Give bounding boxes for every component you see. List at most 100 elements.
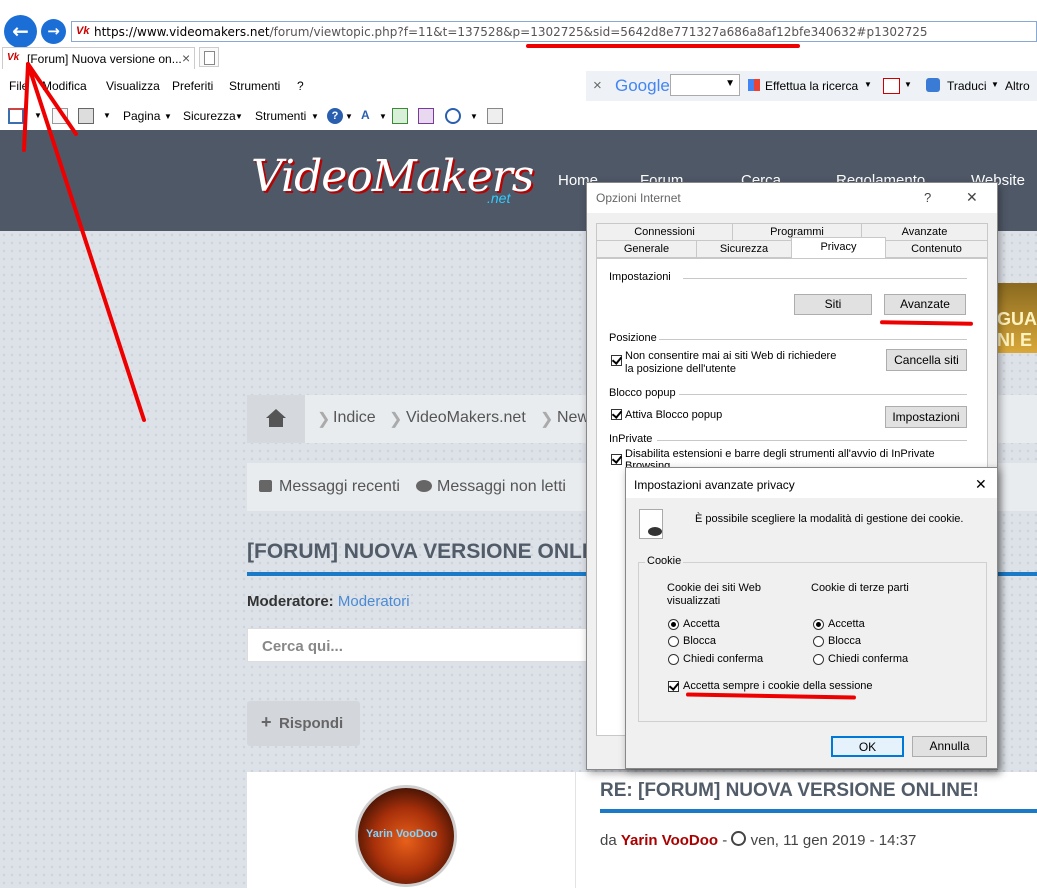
new-tab-button[interactable] [199,47,219,67]
translate-button[interactable]: Traduci [947,79,987,93]
third-party-accetta-label: Accetta [828,618,865,630]
close-icon[interactable]: ✕ [966,189,978,206]
chevron-down-icon[interactable]: ▼ [379,112,387,121]
inprivate-label-1: Disabilita estensioni e barre degli stru… [625,448,935,460]
menu-visualizza[interactable]: Visualizza [106,79,160,93]
site-favicon-icon: Vk [76,25,90,37]
help-button[interactable]: ? [924,190,931,205]
popup-settings-button[interactable]: Impostazioni [885,406,967,428]
onenote-icon[interactable] [418,108,434,124]
divider [679,394,967,395]
cmd-sicurezza[interactable]: Sicurezza [183,109,236,123]
google-close-icon[interactable]: × [593,77,602,94]
cmd-pagina[interactable]: Pagina [123,109,160,123]
site-banner[interactable]: GUA NI E [994,283,1037,353]
breadcrumb-item-new[interactable]: New [557,409,589,427]
menu-file[interactable]: File [9,79,28,93]
first-party-header-1: Cookie dei siti Web [667,582,761,594]
divider [683,278,967,279]
address-bar[interactable]: Vk https://www.videomakers.net/forum/vie… [71,21,1037,42]
search-button[interactable]: Effettua la ricerca [765,79,858,93]
forward-button[interactable]: → [41,19,66,44]
chevron-down-icon[interactable]: ▼ [103,111,111,120]
moderator-row: Moderatore: Moderatori [247,593,410,610]
third-party-chiedi-radio[interactable] [813,654,824,665]
chevron-down-icon[interactable]: ▼ [235,112,243,121]
first-party-header-2: visualizzati [667,595,721,607]
research-icon[interactable]: A [361,108,377,124]
reply-button[interactable]: + Rispondi [247,701,360,746]
help-icon[interactable]: ? [327,108,343,124]
google-logo: Google [615,76,670,95]
unread-messages-link[interactable]: Messaggi non letti [437,478,566,496]
dialog-title: Impostazioni avanzate privacy [634,478,795,492]
feeds-icon[interactable] [52,108,68,124]
menu-bar: File Modifica Visualizza Preferiti Strum… [0,69,1037,102]
tab-sicurezza[interactable]: Sicurezza [696,240,792,258]
menu-modifica[interactable]: Modifica [42,79,87,93]
recent-messages-link[interactable]: Messaggi recenti [279,478,400,496]
avatar[interactable]: Yarin VooDoo [355,785,457,887]
location-label-2: la posizione dell'utente [625,363,736,375]
moderator-link[interactable]: Moderatori [338,593,410,610]
chevron-down-icon[interactable]: ▼ [904,80,912,89]
third-party-blocca-label: Blocca [828,635,862,647]
post-title-underline [600,809,1037,813]
compat-icon[interactable] [487,108,503,124]
breadcrumb-item-indice[interactable]: Indice [333,409,376,427]
breadcrumb-home[interactable] [247,395,305,443]
google-search-icon [748,79,760,91]
browser-tab[interactable]: Vk [Forum] Nuova versione on... × [2,47,195,69]
more-button[interactable]: Altro [1005,79,1030,93]
divider [659,339,967,340]
post-title[interactable]: RE: [FORUM] NUOVA VERSIONE ONLINE! [600,780,979,802]
zoom-icon[interactable] [445,108,461,124]
post-author[interactable]: Yarin VooDoo [621,832,718,849]
third-party-accetta-radio[interactable] [813,619,824,630]
menu-preferiti[interactable]: Preferiti [172,79,213,93]
tab-privacy[interactable]: Privacy [791,237,886,259]
popup-blocker-checkbox[interactable] [611,409,622,420]
menu-strumenti[interactable]: Strumenti [229,79,280,93]
inprivate-checkbox[interactable] [611,454,622,465]
site-logo[interactable]: VideoMakers .net [251,145,534,215]
cancella-siti-button[interactable]: Cancella siti [886,349,967,371]
back-button[interactable]: ← [4,15,37,48]
first-party-accetta-radio[interactable] [668,619,679,630]
new-tab-icon [204,51,215,65]
breadcrumb-item-videomakers[interactable]: VideoMakers.net [406,409,526,427]
banner-line-2: NI E [997,330,1033,350]
session-cookie-checkbox[interactable] [668,681,679,692]
first-party-chiedi-radio[interactable] [668,654,679,665]
send-icon[interactable] [392,108,408,124]
tab-connessioni[interactable]: Connessioni [596,223,733,241]
session-cookie-label: Accetta sempre i cookie della sessione [683,680,873,692]
tab-close-icon[interactable]: × [182,50,190,66]
location-checkbox[interactable] [611,355,622,366]
chevron-down-icon[interactable]: ▼ [164,112,172,121]
chevron-down-icon[interactable]: ▼ [34,111,42,120]
close-icon[interactable]: ✕ [975,476,987,493]
ok-button[interactable]: OK [831,736,904,757]
search-placeholder: Cerca qui... [262,638,343,655]
google-options-icon[interactable] [883,78,900,94]
home-icon[interactable] [8,108,24,124]
chevron-down-icon[interactable]: ▼ [864,80,872,89]
tab-generale[interactable]: Generale [596,240,697,258]
search-input[interactable]: Cerca qui... [247,628,592,662]
google-search-input[interactable]: ▼ [670,74,740,96]
avanzate-button[interactable]: Avanzate [884,294,966,315]
menu-help[interactable]: ? [297,79,304,93]
tab-contenuto[interactable]: Contenuto [885,240,988,258]
chevron-down-icon[interactable]: ▼ [345,112,353,121]
cmd-strumenti[interactable]: Strumenti [255,109,306,123]
breadcrumb-separator-icon: ❯ [389,411,403,428]
chevron-down-icon[interactable]: ▼ [311,112,319,121]
cancel-button[interactable]: Annulla [912,736,987,757]
siti-button[interactable]: Siti [794,294,872,315]
chevron-down-icon[interactable]: ▼ [470,112,478,121]
print-icon[interactable] [78,108,94,124]
third-party-blocca-radio[interactable] [813,636,824,647]
first-party-blocca-radio[interactable] [668,636,679,647]
chevron-down-icon[interactable]: ▼ [991,80,999,89]
